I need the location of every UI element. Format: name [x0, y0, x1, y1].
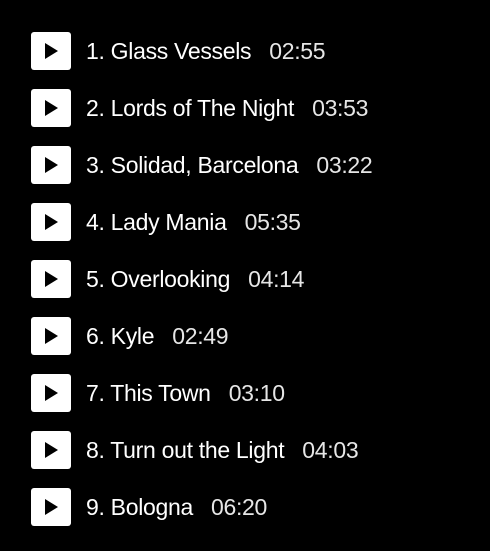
track-info: 4. Lady Mania 05:35: [86, 203, 301, 241]
play-button[interactable]: [31, 317, 71, 355]
track-row: 4. Lady Mania 05:35: [0, 203, 490, 243]
track-title[interactable]: 8. Turn out the Light: [86, 437, 285, 463]
track-title[interactable]: 2. Lords of The Night: [86, 95, 294, 121]
track-duration: 03:10: [228, 380, 285, 406]
play-icon: [45, 43, 58, 59]
play-icon: [45, 499, 58, 515]
play-button[interactable]: [31, 146, 71, 184]
track-duration: 02:49: [172, 323, 229, 349]
track-info: 6. Kyle 02:49: [86, 317, 229, 355]
track-row: 9. Bologna 06:20: [0, 488, 490, 528]
track-title[interactable]: 6. Kyle: [86, 323, 155, 349]
play-icon: [45, 271, 58, 287]
play-button[interactable]: [31, 431, 71, 469]
track-title[interactable]: 4. Lady Mania: [86, 209, 227, 235]
play-button[interactable]: [31, 32, 71, 70]
track-title[interactable]: 9. Bologna: [86, 494, 193, 520]
track-info: 8. Turn out the Light 04:03: [86, 431, 359, 469]
track-duration: 06:20: [210, 494, 268, 520]
track-row: 6. Kyle 02:49: [0, 317, 490, 357]
track-row: 7. This Town 03:10: [0, 374, 490, 414]
tracklist: 1. Glass Vessels 02:55 2. Lords of The Ni…: [0, 0, 490, 551]
play-icon: [45, 328, 58, 344]
track-info: 2. Lords of The Night 03:53: [86, 89, 368, 127]
track-info: 7. This Town 03:10: [86, 374, 285, 412]
track-info: 5. Overlooking 04:14: [86, 260, 304, 298]
play-button[interactable]: [31, 203, 71, 241]
track-info: 1. Glass Vessels 02:55: [86, 32, 326, 70]
track-duration: 04:03: [302, 437, 359, 463]
play-icon: [45, 100, 58, 116]
play-button[interactable]: [31, 374, 71, 412]
track-row: 5. Overlooking 04:14: [0, 260, 490, 300]
track-row: 3. Solidad, Barcelona 03:22: [0, 146, 490, 186]
track-row: 8. Turn out the Light 04:03: [0, 431, 490, 471]
track-duration: 04:14: [248, 266, 305, 292]
track-title[interactable]: 1. Glass Vessels: [86, 38, 252, 64]
play-icon: [45, 442, 58, 458]
play-icon: [45, 214, 58, 230]
play-icon: [45, 157, 58, 173]
play-icon: [45, 385, 58, 401]
track-duration: 03:53: [312, 95, 369, 121]
track-duration: 05:35: [244, 209, 301, 235]
track-title[interactable]: 5. Overlooking: [86, 266, 230, 292]
track-info: 3. Solidad, Barcelona 03:22: [86, 146, 373, 184]
play-button[interactable]: [31, 488, 71, 526]
play-button[interactable]: [31, 260, 71, 298]
track-title[interactable]: 3. Solidad, Barcelona: [86, 152, 299, 178]
track-info: 9. Bologna 06:20: [86, 488, 267, 526]
track-duration: 02:55: [269, 38, 326, 64]
track-title[interactable]: 7. This Town: [86, 380, 211, 406]
track-duration: 03:22: [316, 152, 373, 178]
track-row: 2. Lords of The Night 03:53: [0, 89, 490, 129]
play-button[interactable]: [31, 89, 71, 127]
track-row: 1. Glass Vessels 02:55: [0, 32, 490, 72]
